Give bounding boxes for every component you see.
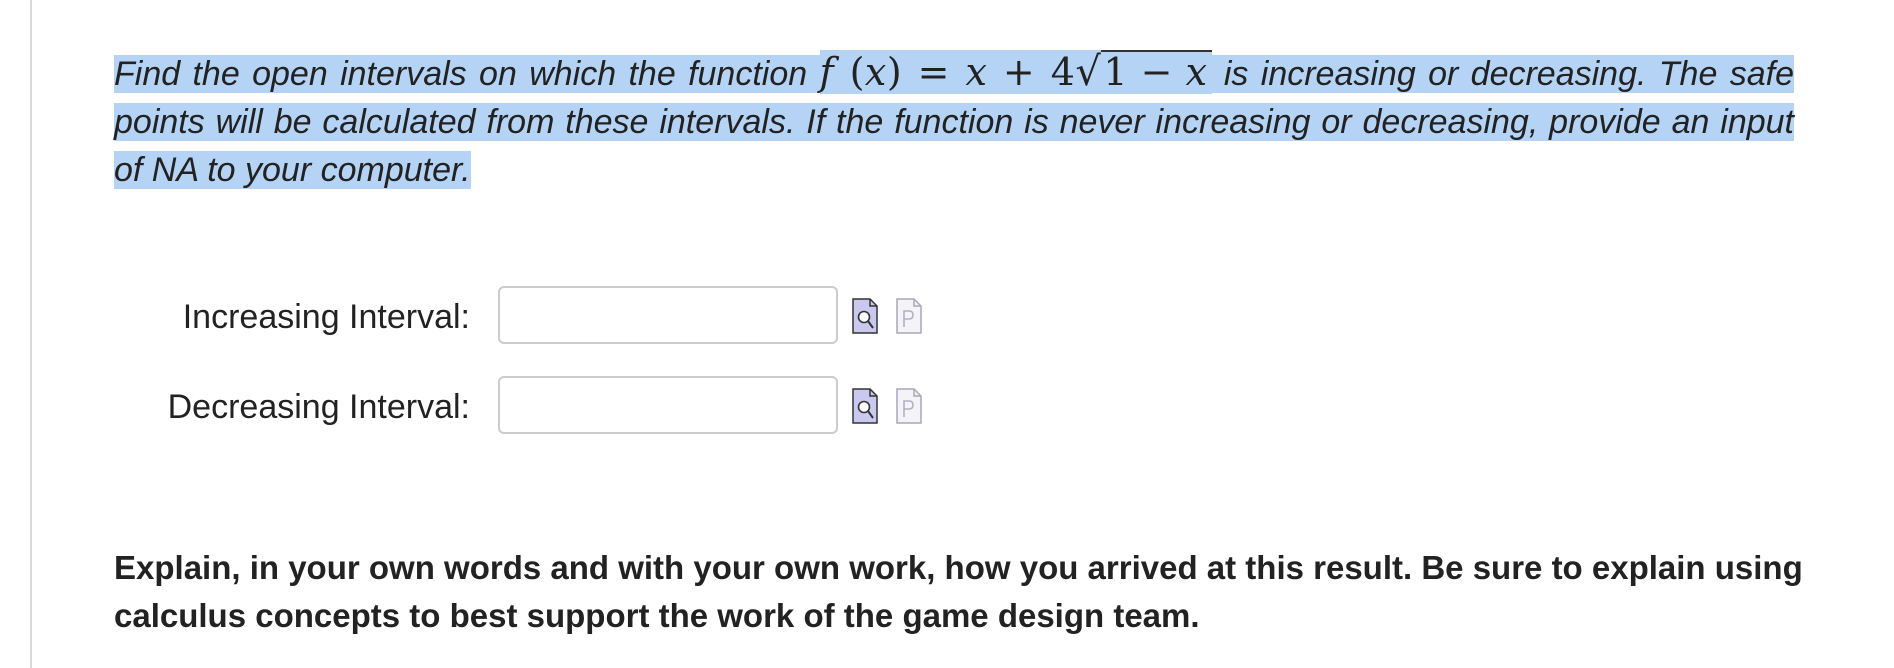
math-open: (	[834, 50, 865, 94]
preview-answer-icon[interactable]	[852, 298, 878, 334]
function-formula: f (x) = x + 4√1 − x	[819, 49, 1212, 95]
format-help-icon[interactable]	[896, 298, 922, 334]
decreasing-interval-row: Decreasing Interval:	[0, 376, 1000, 438]
decreasing-interval-input[interactable]	[498, 376, 838, 434]
preview-answer-icon[interactable]	[852, 388, 878, 424]
math-x2: x	[965, 50, 988, 94]
increasing-interval-row: Increasing Interval:	[0, 286, 1000, 348]
math-mid: ) =	[886, 50, 966, 94]
math-radicand: 1 − x	[1101, 50, 1212, 94]
math-sqrt-sign: √	[1075, 49, 1102, 95]
format-help-icon[interactable]	[896, 388, 922, 424]
question-text-before: Find the open intervals on which the fun…	[114, 55, 820, 93]
math-f: f	[819, 50, 835, 94]
math-one: 1 −	[1103, 50, 1186, 94]
math-x1: x	[864, 50, 887, 94]
decreasing-interval-label: Decreasing Interval:	[167, 388, 470, 426]
explain-instructions: Explain, in your own words and with your…	[114, 549, 1803, 634]
increasing-interval-input[interactable]	[498, 286, 838, 344]
math-x3: x	[1185, 50, 1208, 94]
increasing-interval-label: Increasing Interval:	[182, 298, 470, 336]
math-plus: + 4	[987, 50, 1076, 94]
question-text: Find the open intervals on which the fun…	[114, 48, 1794, 194]
